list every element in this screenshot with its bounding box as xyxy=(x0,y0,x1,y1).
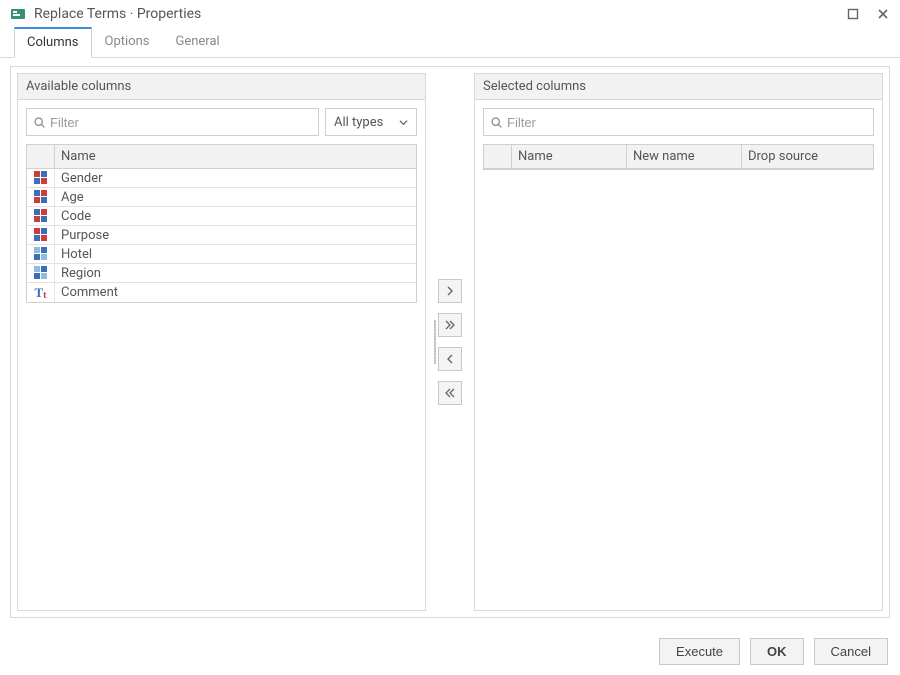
selected-header-icon-col[interactable] xyxy=(484,145,512,168)
table-row[interactable]: Code xyxy=(27,207,416,226)
selected-header-name[interactable]: Name xyxy=(512,145,627,168)
content-area: Available columns All types xyxy=(0,58,900,628)
splitter-handle[interactable] xyxy=(434,320,436,364)
tab-general[interactable]: General xyxy=(162,27,232,58)
app-icon xyxy=(10,6,26,22)
selected-panel-title: Selected columns xyxy=(475,74,882,100)
type-filter-label: All types xyxy=(334,115,383,130)
cancel-label: Cancel xyxy=(831,644,871,659)
tab-options[interactable]: Options xyxy=(92,27,163,58)
close-icon[interactable] xyxy=(876,7,890,21)
column-name: Comment xyxy=(55,283,416,302)
column-name: Region xyxy=(55,264,416,282)
selected-table-head: Name New name Drop source xyxy=(484,145,873,169)
table-row[interactable]: Hotel xyxy=(27,245,416,264)
tab-columns[interactable]: Columns xyxy=(14,27,92,58)
available-table-head: Name xyxy=(27,145,416,169)
type-filter-select[interactable]: All types xyxy=(325,108,417,136)
selected-filter-input[interactable] xyxy=(503,111,867,134)
column-type-icon xyxy=(27,188,55,206)
ok-button[interactable]: OK xyxy=(750,638,804,665)
table-row[interactable]: Region xyxy=(27,264,416,283)
tabs: Columns Options General xyxy=(0,26,900,58)
column-name: Hotel xyxy=(55,245,416,263)
column-type-icon: T xyxy=(27,283,55,302)
search-icon xyxy=(33,116,46,129)
double-chevron-left-icon xyxy=(445,388,455,398)
window-controls xyxy=(846,7,890,21)
cancel-button[interactable]: Cancel xyxy=(814,638,888,665)
available-filter-wrap[interactable] xyxy=(26,108,319,136)
tab-label: Options xyxy=(105,34,150,49)
tab-label: Columns xyxy=(27,35,79,50)
ok-label: OK xyxy=(767,644,787,659)
move-right-button[interactable] xyxy=(438,279,462,303)
column-type-icon xyxy=(27,207,55,225)
available-header-name[interactable]: Name xyxy=(55,145,416,168)
panels-container: Available columns All types xyxy=(10,66,890,618)
column-name: Code xyxy=(55,207,416,225)
selected-header-drop-source[interactable]: Drop source xyxy=(742,145,873,168)
move-all-right-button[interactable] xyxy=(438,313,462,337)
column-type-icon xyxy=(27,264,55,282)
table-row[interactable]: Age xyxy=(27,188,416,207)
selected-panel: Selected columns Name New name D xyxy=(474,73,883,611)
tab-label: General xyxy=(175,34,219,49)
search-icon xyxy=(490,116,503,129)
available-panel-title: Available columns xyxy=(18,74,425,100)
maximize-icon[interactable] xyxy=(846,7,860,21)
column-name: Purpose xyxy=(55,226,416,244)
column-type-icon xyxy=(27,245,55,263)
transfer-buttons xyxy=(432,67,468,617)
titlebar: Replace Terms · Properties xyxy=(0,0,900,26)
column-type-icon xyxy=(27,169,55,187)
dialog-footer: Execute OK Cancel xyxy=(0,628,900,675)
move-all-left-button[interactable] xyxy=(438,381,462,405)
chevron-right-icon xyxy=(446,286,454,296)
move-left-button[interactable] xyxy=(438,347,462,371)
execute-button[interactable]: Execute xyxy=(659,638,740,665)
chevron-left-icon xyxy=(446,354,454,364)
dialog-title: Replace Terms · Properties xyxy=(34,6,201,22)
column-name: Gender xyxy=(55,169,416,187)
column-name: Age xyxy=(55,188,416,206)
chevron-down-icon xyxy=(399,118,408,127)
table-row[interactable]: TComment xyxy=(27,283,416,302)
dialog-window: Replace Terms · Properties Columns Optio… xyxy=(0,0,900,675)
available-panel: Available columns All types xyxy=(17,73,426,611)
selected-table: Name New name Drop source xyxy=(483,144,874,170)
table-row[interactable]: Purpose xyxy=(27,226,416,245)
execute-label: Execute xyxy=(676,644,723,659)
double-chevron-right-icon xyxy=(445,320,455,330)
available-table: Name GenderAgeCodePurposeHotelRegionTCom… xyxy=(26,144,417,303)
table-row[interactable]: Gender xyxy=(27,169,416,188)
column-type-icon xyxy=(27,226,55,244)
selected-filter-wrap[interactable] xyxy=(483,108,874,136)
available-filter-input[interactable] xyxy=(46,111,312,134)
selected-header-new-name[interactable]: New name xyxy=(627,145,742,168)
available-header-icon-col[interactable] xyxy=(27,145,55,168)
